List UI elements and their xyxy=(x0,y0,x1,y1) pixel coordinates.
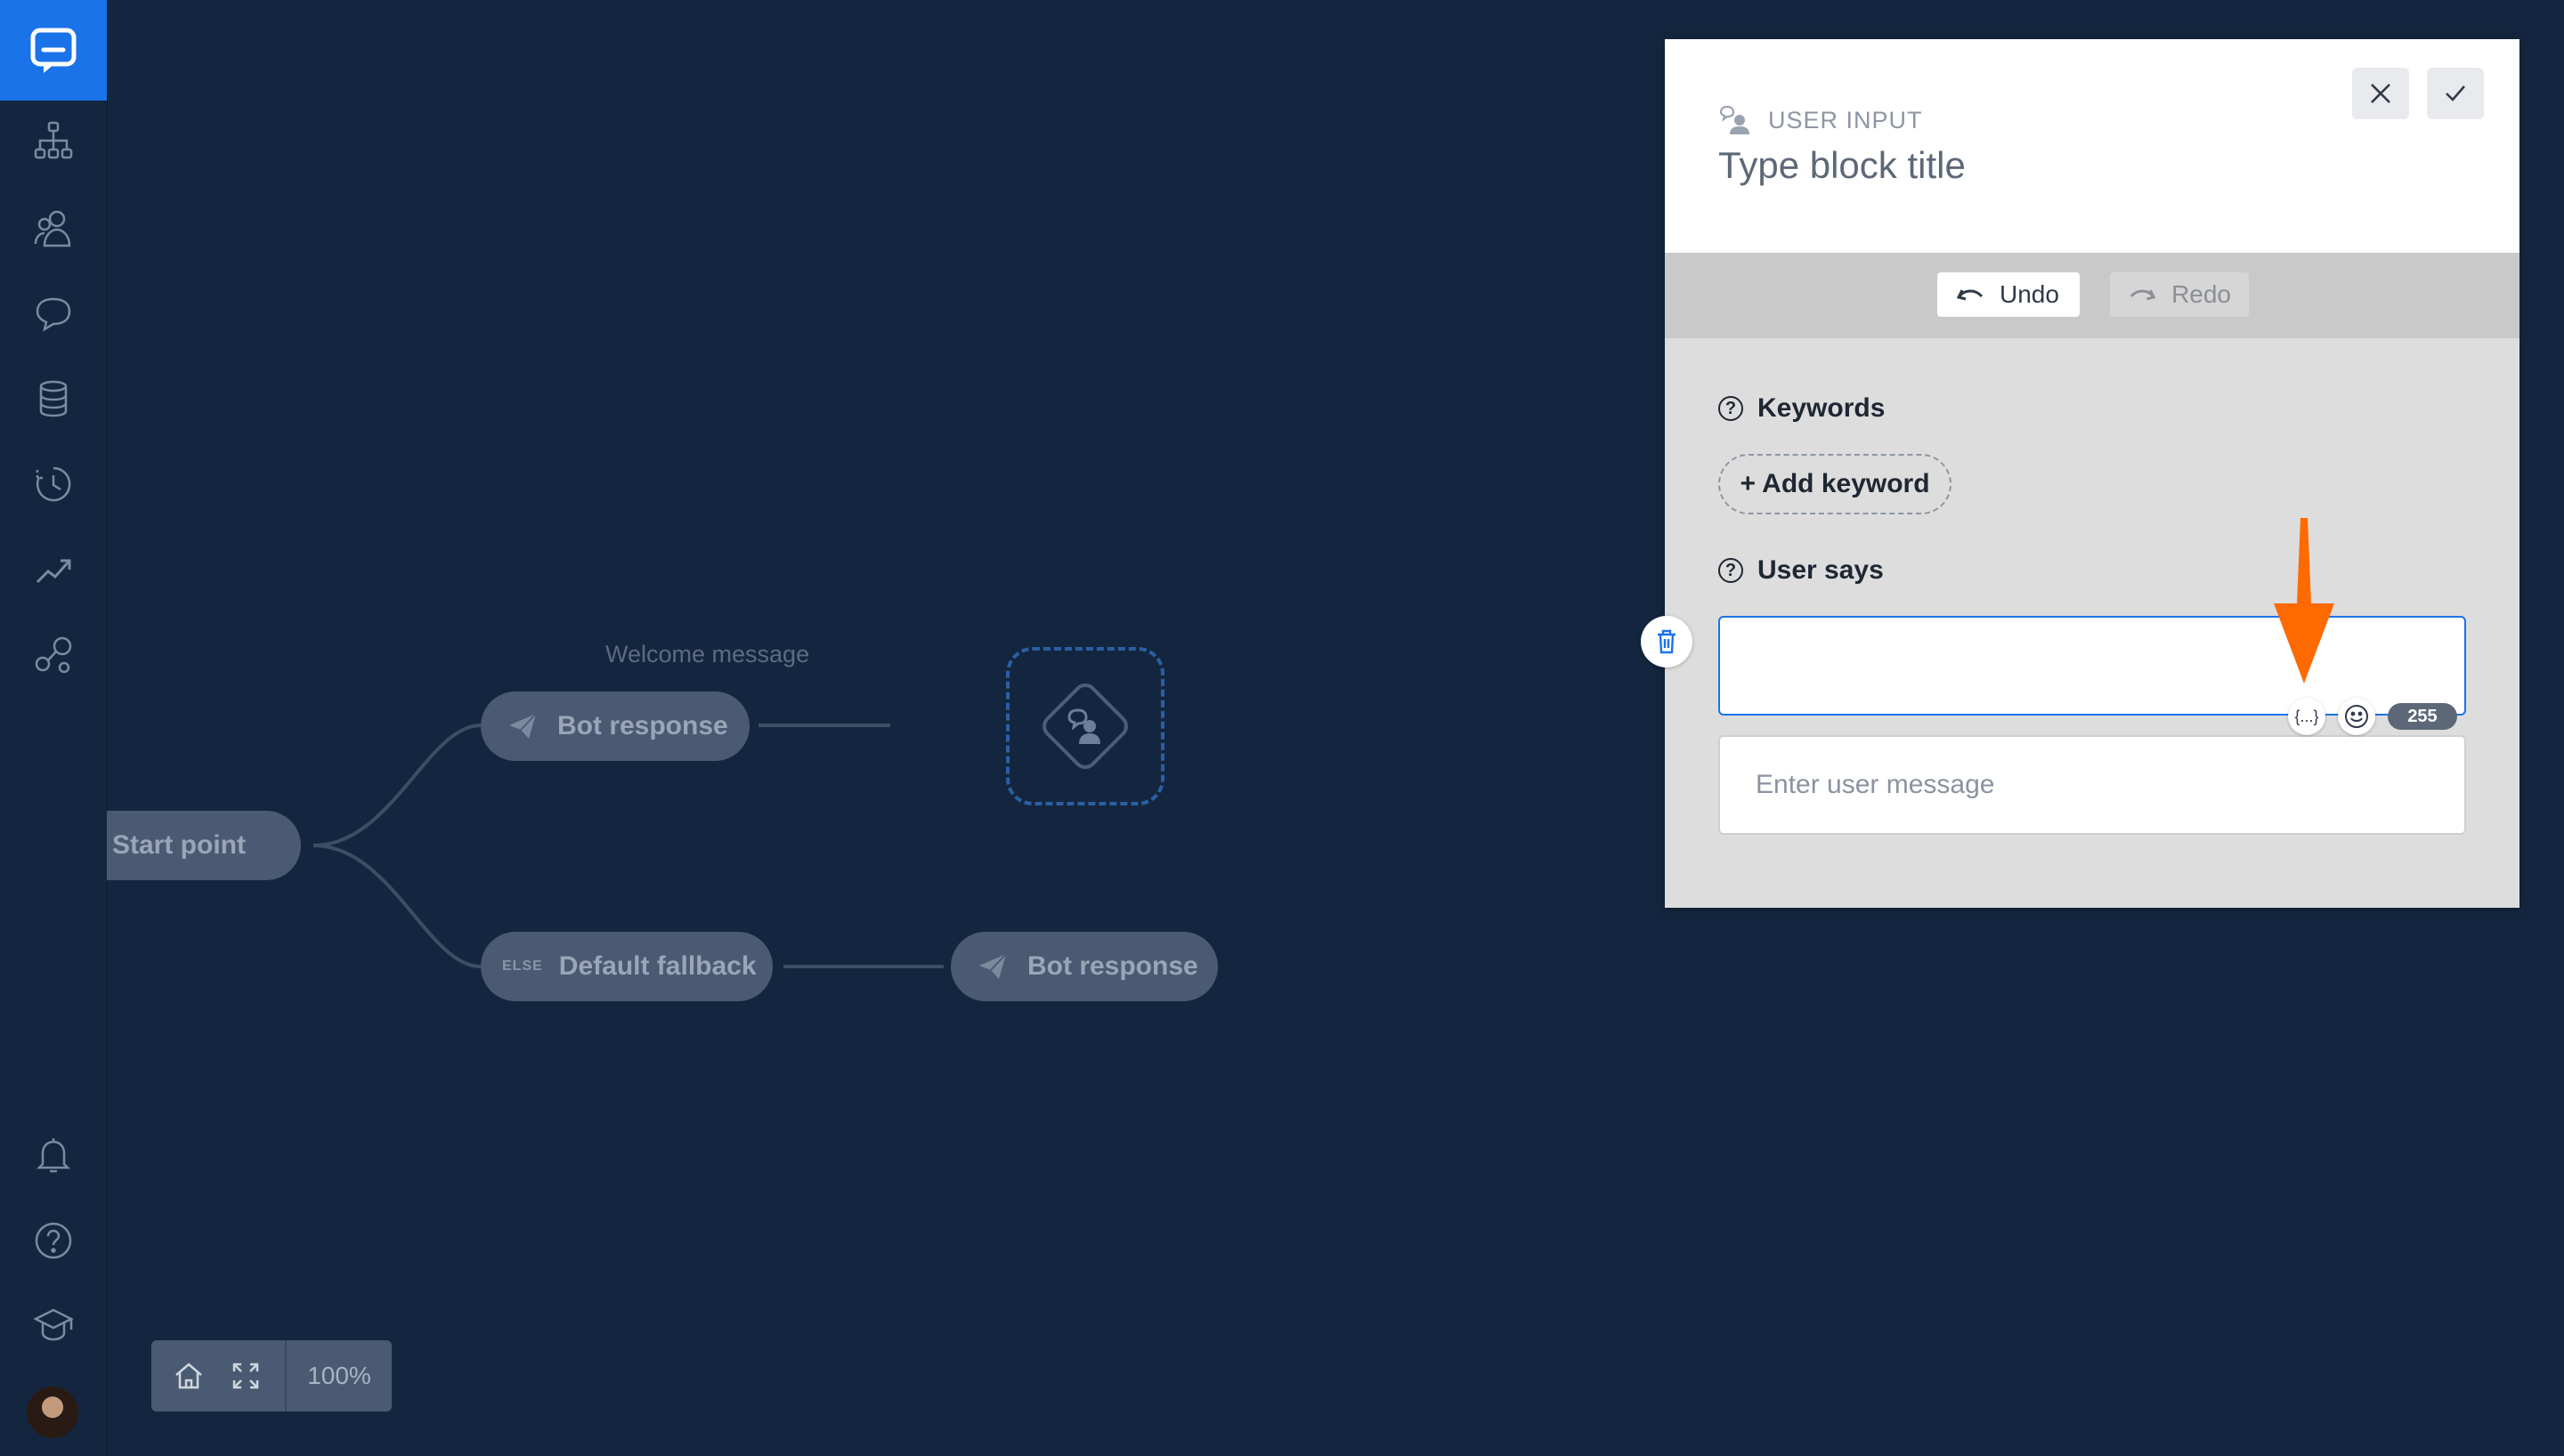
panel-header: USER INPUT Type block title xyxy=(1665,39,2519,253)
home-icon xyxy=(175,1363,202,1389)
diamond-frame xyxy=(1037,678,1133,774)
undo-icon xyxy=(1956,289,1984,301)
trash-icon xyxy=(1658,629,1676,654)
close-icon xyxy=(2371,84,2390,103)
chat-logo-icon xyxy=(30,28,77,73)
bot-response-label: Bot response xyxy=(557,711,728,740)
welcome-message-label: Welcome message xyxy=(605,641,810,667)
user-input-icon xyxy=(1067,708,1100,744)
nav-data[interactable] xyxy=(27,372,80,425)
nav-integrations[interactable] xyxy=(27,628,80,682)
default-fallback-label: Default fallback xyxy=(558,951,757,981)
paper-plane-icon xyxy=(979,953,1007,979)
annotation-arrow-icon xyxy=(2274,518,2334,684)
zoom-controls: 100% xyxy=(151,1340,392,1412)
nav-history[interactable] xyxy=(27,457,80,511)
delete-message-button[interactable] xyxy=(1641,616,1692,667)
add-keyword-button[interactable]: + Add keyword xyxy=(1718,454,1951,514)
nav-flows[interactable] xyxy=(27,114,80,167)
nav-chats[interactable] xyxy=(27,287,80,340)
start-point-label: Start point xyxy=(112,830,246,860)
block-type: USER INPUT xyxy=(1718,103,1923,137)
paper-plane-icon xyxy=(509,713,537,739)
nav-academy[interactable] xyxy=(27,1298,80,1351)
nav-notifications[interactable] xyxy=(27,1128,80,1182)
users-icon xyxy=(34,210,71,247)
undo-label: Undo xyxy=(2000,280,2059,308)
flow-diagram-icon xyxy=(34,121,73,159)
history-toolbar: Undo Redo xyxy=(1665,253,2519,338)
sidebar xyxy=(0,0,108,1456)
keywords-label: Keywords xyxy=(1757,393,1886,423)
confirm-button[interactable] xyxy=(2427,68,2484,119)
character-count-badge: 255 xyxy=(2388,703,2457,730)
start-point-node[interactable]: Start point xyxy=(107,811,301,880)
app-logo[interactable] xyxy=(0,0,107,101)
default-fallback-node[interactable]: ELSE Default fallback xyxy=(481,932,773,1001)
integrations-icon xyxy=(35,636,72,674)
emoji-icon xyxy=(2345,705,2368,728)
check-icon xyxy=(2446,85,2465,101)
close-button[interactable] xyxy=(2352,68,2409,119)
help-icon[interactable]: ? xyxy=(1718,396,1743,421)
nav-analytics[interactable] xyxy=(27,543,80,596)
redo-icon xyxy=(2130,289,2156,301)
user-says-label: User says xyxy=(1757,555,1884,585)
help-icon[interactable]: ? xyxy=(1718,558,1743,583)
bot-response-node[interactable]: Bot response xyxy=(481,692,750,761)
bot-response-node-2[interactable]: Bot response xyxy=(951,932,1218,1001)
block-title-input[interactable]: Type block title xyxy=(1718,144,1966,187)
analytics-icon xyxy=(36,559,71,584)
emoji-button[interactable] xyxy=(2338,698,2375,735)
help-icon xyxy=(35,1222,72,1259)
keywords-section: ? Keywords xyxy=(1718,393,1885,424)
chat-bubbles-icon xyxy=(36,297,71,332)
block-editor-panel: USER INPUT Type block title Undo Redo ? … xyxy=(1665,39,2519,908)
zoom-level: 100% xyxy=(307,1362,371,1389)
redo-button[interactable]: Redo xyxy=(2110,272,2249,317)
nav-help[interactable] xyxy=(27,1214,80,1267)
history-icon xyxy=(36,466,71,502)
graduation-cap-icon xyxy=(33,1308,74,1341)
fit-screen-button[interactable] xyxy=(217,1340,274,1412)
expand-icon xyxy=(232,1363,259,1389)
undo-button[interactable]: Undo xyxy=(1937,272,2080,317)
block-type-label: USER INPUT xyxy=(1768,106,1923,133)
user-input-placeholder-node[interactable] xyxy=(1006,647,1164,805)
bot-response-label-2: Bot response xyxy=(1027,951,1198,981)
bell-icon xyxy=(36,1138,71,1173)
user-input-icon xyxy=(1719,105,1749,134)
user-says-section: ? User says xyxy=(1718,555,1884,586)
nav-users[interactable] xyxy=(27,201,80,255)
redo-label: Redo xyxy=(2171,280,2231,308)
user-avatar[interactable] xyxy=(27,1387,78,1438)
user-message-input[interactable]: Enter user message xyxy=(1718,735,2466,835)
database-icon xyxy=(39,380,68,417)
insert-variable-button[interactable]: {...} xyxy=(2288,698,2325,735)
home-button[interactable] xyxy=(160,1340,217,1412)
else-tag: ELSE xyxy=(502,959,543,974)
